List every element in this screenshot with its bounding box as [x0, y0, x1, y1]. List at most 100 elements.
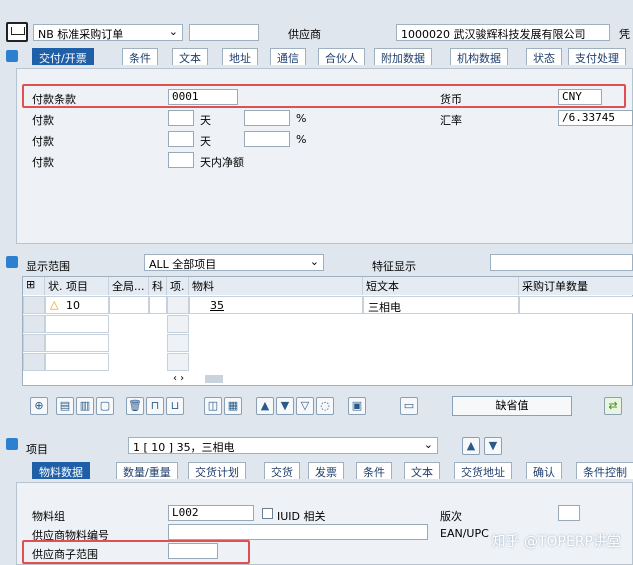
- collapse-icon[interactable]: [6, 50, 18, 62]
- col-material[interactable]: 物料: [189, 277, 363, 295]
- pay2-label: 付款: [32, 135, 54, 148]
- table-row[interactable]: [45, 315, 109, 333]
- vendor-subrange-field[interactable]: [168, 543, 218, 559]
- currency-field[interactable]: CNY: [558, 89, 602, 105]
- doc-type-select[interactable]: NB 标准采购订单 ⌄: [33, 24, 183, 41]
- pay2-pct-field[interactable]: [244, 131, 290, 147]
- row1-global[interactable]: [109, 296, 149, 314]
- next-icon[interactable]: ⇄: [604, 397, 622, 415]
- pay2-days-field[interactable]: [168, 131, 194, 147]
- tab-item-text[interactable]: 文本: [404, 462, 440, 479]
- row1-account[interactable]: [149, 296, 167, 314]
- tab-delivery[interactable]: 交货: [264, 462, 300, 479]
- iuid-label: IUID 相关: [277, 510, 326, 523]
- payment-terms-field[interactable]: 0001: [168, 89, 238, 105]
- cart-icon[interactable]: [6, 22, 28, 42]
- sort-asc-icon[interactable]: ▲: [256, 397, 274, 415]
- tab-confirmation[interactable]: 确认: [526, 462, 562, 479]
- warning-icon: △: [50, 298, 59, 311]
- tab-conditions[interactable]: 条件: [122, 48, 158, 65]
- table-row[interactable]: △ 10: [45, 296, 109, 314]
- col-item-cat[interactable]: 项.: [167, 277, 189, 295]
- col-global[interactable]: 全局...: [109, 277, 149, 295]
- tab-status[interactable]: 状态: [526, 48, 562, 65]
- col-account[interactable]: 科: [149, 277, 167, 295]
- prev-item-icon[interactable]: ▲: [462, 437, 480, 455]
- row-item-cat[interactable]: [167, 315, 189, 333]
- tab-address[interactable]: 地址: [222, 48, 258, 65]
- row1-item-cat[interactable]: [167, 296, 189, 314]
- tab-delivery-invoice[interactable]: 交付/开票: [32, 48, 94, 65]
- pay2-days-label: 天: [200, 135, 211, 148]
- lock-icon[interactable]: ⊓: [146, 397, 164, 415]
- row-item-cat[interactable]: [167, 353, 189, 371]
- delete-icon[interactable]: 🗑: [126, 397, 144, 415]
- item-select-value: 1 [ 10 ] 35，三相电: [133, 441, 235, 454]
- expand-icon[interactable]: ▤: [56, 397, 74, 415]
- feature-display-field[interactable]: [490, 254, 633, 271]
- next-item-icon[interactable]: ▼: [484, 437, 502, 455]
- tab-qty-weight[interactable]: 数量/重量: [116, 462, 178, 479]
- tab-material-data[interactable]: 物料数据: [32, 462, 90, 479]
- item-collapse-icon[interactable]: [6, 438, 18, 450]
- row1-short-text[interactable]: 三相电: [363, 296, 519, 314]
- details-icon[interactable]: ⊕: [30, 397, 48, 415]
- duplicate-icon[interactable]: ◫: [204, 397, 222, 415]
- row-item-cat[interactable]: [167, 334, 189, 352]
- table-row[interactable]: [45, 334, 109, 352]
- copy-icon[interactable]: ▢: [96, 397, 114, 415]
- iuid-checkbox[interactable]: [262, 508, 273, 519]
- col-status-item[interactable]: 状. 项目: [45, 277, 109, 295]
- table-settings-icon[interactable]: ⊞: [23, 277, 45, 295]
- tab-org-data[interactable]: 机构数据: [450, 48, 508, 65]
- tab-payment-processing[interactable]: 支付处理: [568, 48, 626, 65]
- tab-communication[interactable]: 通信: [270, 48, 306, 65]
- col-po-qty[interactable]: 采购订单数量: [519, 277, 633, 295]
- sort-desc-icon[interactable]: ▼: [276, 397, 294, 415]
- row-selector[interactable]: [23, 353, 45, 371]
- calculator-icon[interactable]: ▦: [224, 397, 242, 415]
- tab-item-conditions[interactable]: 条件: [356, 462, 392, 479]
- tab-delivery-schedule[interactable]: 交货计划: [188, 462, 246, 479]
- display-scope-label: 显示范围: [26, 260, 70, 273]
- ean-label: EAN/UPC: [440, 527, 489, 540]
- row1-material[interactable]: 35: [189, 296, 363, 314]
- pay1-days-field[interactable]: [168, 110, 194, 126]
- table-row[interactable]: [45, 353, 109, 371]
- scroll-arrows-icon[interactable]: ‹ ›: [173, 373, 184, 384]
- display-scope-select[interactable]: ALL 全部项目 ⌄: [144, 254, 324, 271]
- tab-text[interactable]: 文本: [172, 48, 208, 65]
- filter-icon[interactable]: ▽: [296, 397, 314, 415]
- vendor-label: 供应商: [288, 28, 321, 41]
- tab-additional-data[interactable]: 附加数据: [374, 48, 432, 65]
- horizontal-scrollbar[interactable]: [205, 375, 223, 383]
- col-short-text[interactable]: 短文本: [363, 277, 519, 295]
- vendor-material-field[interactable]: [168, 524, 428, 540]
- tab-partners[interactable]: 合伙人: [318, 48, 365, 65]
- item-select[interactable]: 1 [ 10 ] 35，三相电 ⌄: [128, 437, 438, 454]
- default-values-button[interactable]: 缺省值: [452, 396, 572, 416]
- items-collapse-icon[interactable]: [6, 256, 18, 268]
- unlock-icon[interactable]: ⊔: [166, 397, 184, 415]
- layout-icon[interactable]: ▭: [400, 397, 418, 415]
- row1-qty[interactable]: [519, 296, 633, 314]
- row-selector[interactable]: [23, 334, 45, 352]
- collapse-all-icon[interactable]: ▥: [76, 397, 94, 415]
- currency-label: 货币: [440, 93, 462, 106]
- pay2-pct-label: %: [296, 133, 307, 146]
- row-selector[interactable]: [23, 315, 45, 333]
- watermark: 知乎 @TOPERP讲堂: [491, 534, 621, 550]
- tab-invoice[interactable]: 发票: [308, 462, 344, 479]
- vendor-field[interactable]: 1000020 武汉骏辉科技发展有限公司: [396, 24, 610, 41]
- material-group-field[interactable]: L002: [168, 505, 254, 521]
- doc-number-field[interactable]: [189, 24, 259, 41]
- filter-clear-icon[interactable]: ◌: [316, 397, 334, 415]
- rate-field[interactable]: /6.33745: [558, 110, 633, 126]
- tab-delivery-address[interactable]: 交货地址: [454, 462, 512, 479]
- print-icon[interactable]: ▣: [348, 397, 366, 415]
- pay3-days-field[interactable]: [168, 152, 194, 168]
- row-selector[interactable]: [23, 296, 45, 314]
- pay1-pct-field[interactable]: [244, 110, 290, 126]
- tab-condition-control[interactable]: 条件控制: [576, 462, 633, 479]
- version-field[interactable]: [558, 505, 580, 521]
